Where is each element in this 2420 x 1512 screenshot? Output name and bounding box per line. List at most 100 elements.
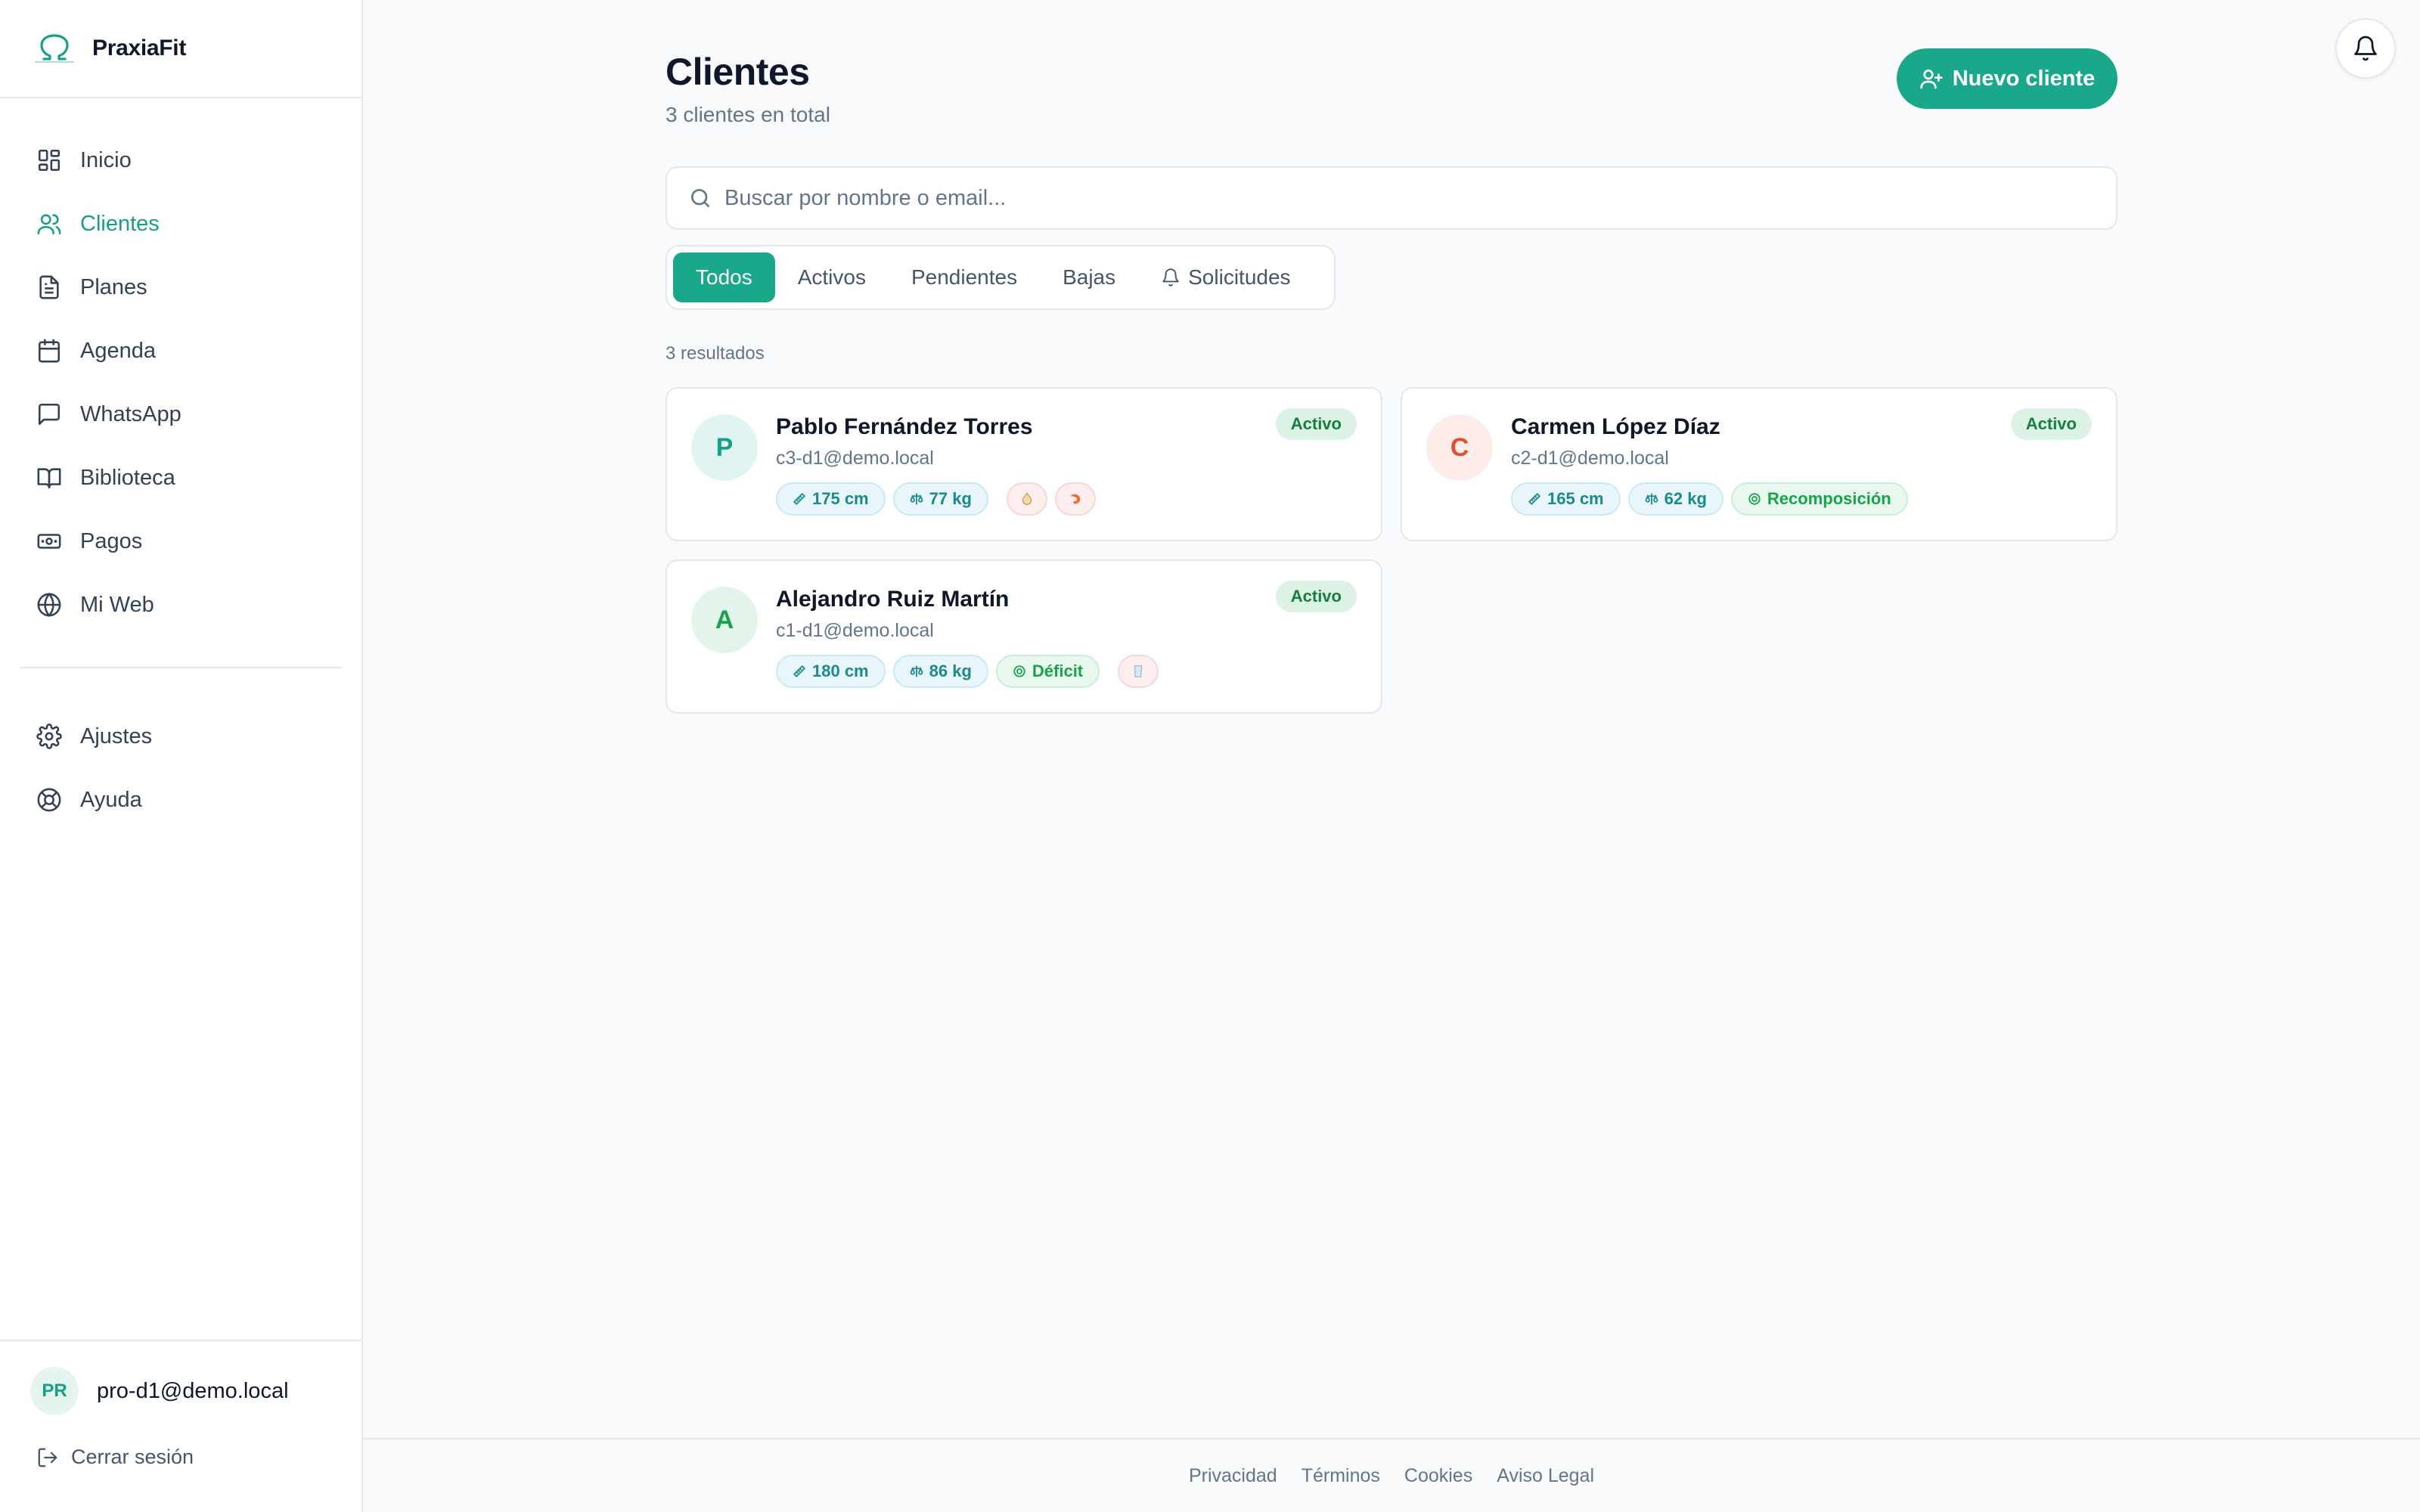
goal-value: Déficit bbox=[1032, 662, 1084, 680]
client-avatar: C bbox=[1426, 414, 1493, 481]
allergen-chip bbox=[1118, 655, 1159, 688]
status-badge: Activo bbox=[1275, 581, 1357, 612]
status-badge: Activo bbox=[1275, 408, 1357, 440]
sidebar-item-planes[interactable]: Planes bbox=[0, 256, 361, 319]
search-input[interactable] bbox=[724, 185, 2086, 211]
search-box[interactable] bbox=[666, 166, 2118, 230]
footer-link-privacidad[interactable]: Privacidad bbox=[1189, 1465, 1277, 1487]
book-icon bbox=[37, 468, 61, 489]
sidebar-item-label: Inicio bbox=[80, 147, 132, 172]
client-email: c2-d1@demo.local bbox=[1511, 448, 1669, 469]
page-title: Clientes bbox=[666, 51, 810, 93]
status-badge: Activo bbox=[2010, 408, 2092, 440]
sidebar-item-mi-web[interactable]: Mi Web bbox=[0, 573, 361, 637]
footer-link-cookies[interactable]: Cookies bbox=[1404, 1465, 1472, 1487]
user-profile[interactable]: PR pro-d1@demo.local bbox=[0, 1341, 361, 1415]
client-card[interactable]: P Pablo Fernández Torres c3-d1@demo.loca… bbox=[666, 387, 1382, 541]
search-icon bbox=[691, 189, 709, 207]
tab-label: Bajas bbox=[1063, 265, 1116, 289]
tab-pendientes[interactable]: Pendientes bbox=[889, 253, 1040, 302]
client-email: c1-d1@demo.local bbox=[776, 620, 934, 641]
goal-value: Recomposición bbox=[1767, 489, 1891, 508]
bell-icon bbox=[1162, 268, 1179, 287]
milk-icon bbox=[1134, 665, 1143, 677]
tab-label: Pendientes bbox=[911, 265, 1018, 289]
client-avatar: P bbox=[691, 414, 758, 481]
scale-icon bbox=[910, 493, 923, 505]
target-icon bbox=[1013, 665, 1025, 677]
client-card[interactable]: A Alejandro Ruiz Martín c1-d1@demo.local… bbox=[666, 559, 1382, 714]
tab-todos[interactable]: Todos bbox=[673, 253, 775, 302]
sidebar-item-ayuda[interactable]: Ayuda bbox=[0, 768, 361, 832]
sidebar-item-label: Agenda bbox=[80, 338, 156, 363]
main-nav: Inicio Clientes Planes Agenda WhatsApp B… bbox=[0, 98, 361, 832]
document-icon bbox=[39, 275, 59, 299]
client-card[interactable]: C Carmen López Díaz c2-d1@demo.local Act… bbox=[1401, 387, 2118, 541]
new-client-button[interactable]: Nuevo cliente bbox=[1897, 48, 2118, 109]
sidebar-item-label: Ajustes bbox=[80, 723, 153, 748]
page-subtitle: 3 clientes en total bbox=[666, 103, 830, 126]
height-chip: 175 cm bbox=[776, 482, 886, 516]
height-value: 165 cm bbox=[1547, 489, 1604, 508]
user-plus-icon bbox=[1920, 70, 1943, 89]
filter-tabs: Todos Activos Pendientes Bajas Solicitud… bbox=[666, 245, 1336, 310]
logout-button[interactable]: Cerrar sesión bbox=[0, 1415, 361, 1469]
height-chip: 180 cm bbox=[776, 655, 886, 688]
sidebar-item-inicio[interactable]: Inicio bbox=[0, 129, 361, 192]
allergen-chip bbox=[1006, 482, 1047, 516]
sidebar: PraxiaFit Inicio Clientes Planes Agenda … bbox=[0, 0, 363, 1512]
garlic-icon bbox=[1022, 492, 1032, 505]
sidebar-item-agenda[interactable]: Agenda bbox=[0, 319, 361, 383]
weight-chip: 86 kg bbox=[892, 655, 988, 688]
tab-label: Todos bbox=[696, 265, 752, 289]
client-avatar: A bbox=[691, 587, 758, 653]
lifebuoy-icon bbox=[37, 788, 61, 812]
ruler-icon bbox=[793, 665, 806, 678]
notifications-button[interactable] bbox=[2335, 18, 2396, 79]
globe-icon bbox=[37, 592, 61, 618]
footer-link-terminos[interactable]: Términos bbox=[1302, 1465, 1380, 1487]
results-count: 3 resultados bbox=[666, 343, 765, 364]
ruler-icon bbox=[1528, 492, 1541, 506]
logout-label: Cerrar sesión bbox=[71, 1445, 194, 1468]
sidebar-item-whatsapp[interactable]: WhatsApp bbox=[0, 383, 361, 446]
sidebar-item-ajustes[interactable]: Ajustes bbox=[0, 705, 361, 768]
sidebar-item-label: Planes bbox=[80, 274, 147, 299]
sidebar-item-clientes[interactable]: Clientes bbox=[0, 192, 361, 256]
goal-chip: Recomposición bbox=[1730, 482, 1908, 516]
footer-link-aviso-legal[interactable]: Aviso Legal bbox=[1497, 1465, 1594, 1487]
ruler-icon bbox=[793, 492, 806, 506]
tab-label: Solicitudes bbox=[1188, 265, 1291, 289]
weight-value: 77 kg bbox=[929, 489, 972, 508]
user-email: pro-d1@demo.local bbox=[97, 1378, 289, 1403]
client-name: Carmen López Díaz bbox=[1511, 414, 1720, 439]
client-name: Alejandro Ruiz Martín bbox=[776, 587, 1010, 612]
tab-bajas[interactable]: Bajas bbox=[1040, 253, 1138, 302]
height-value: 180 cm bbox=[812, 662, 869, 680]
sidebar-item-label: Ayuda bbox=[80, 787, 142, 812]
new-client-label: Nuevo cliente bbox=[1952, 66, 2096, 91]
height-value: 175 cm bbox=[812, 489, 869, 508]
sidebar-item-biblioteca[interactable]: Biblioteca bbox=[0, 446, 361, 510]
tab-label: Activos bbox=[797, 265, 866, 289]
brand[interactable]: PraxiaFit bbox=[0, 0, 361, 98]
tab-solicitudes[interactable]: Solicitudes bbox=[1138, 253, 1313, 302]
target-icon bbox=[1748, 493, 1761, 505]
allergen-chip bbox=[1054, 482, 1096, 516]
weight-chip: 62 kg bbox=[1627, 482, 1723, 516]
weight-chip: 77 kg bbox=[892, 482, 988, 516]
bell-icon bbox=[2354, 36, 2377, 61]
client-chips: 175 cm 77 kg bbox=[776, 482, 1103, 516]
sidebar-item-pagos[interactable]: Pagos bbox=[0, 510, 361, 573]
sidebar-footer: PR pro-d1@demo.local Cerrar sesión bbox=[0, 1340, 361, 1512]
page-footer: Privacidad Términos Cookies Aviso Legal bbox=[363, 1438, 2420, 1512]
shrimp-icon bbox=[1070, 494, 1081, 504]
scale-icon bbox=[910, 665, 923, 677]
client-chips: 180 cm 86 kg Déficit bbox=[776, 655, 1166, 688]
calendar-icon bbox=[38, 339, 60, 363]
sidebar-item-label: Clientes bbox=[80, 211, 160, 236]
tab-activos[interactable]: Activos bbox=[775, 253, 889, 302]
avatar: PR bbox=[30, 1367, 79, 1415]
gear-icon bbox=[36, 723, 62, 749]
client-email: c3-d1@demo.local bbox=[776, 448, 934, 469]
